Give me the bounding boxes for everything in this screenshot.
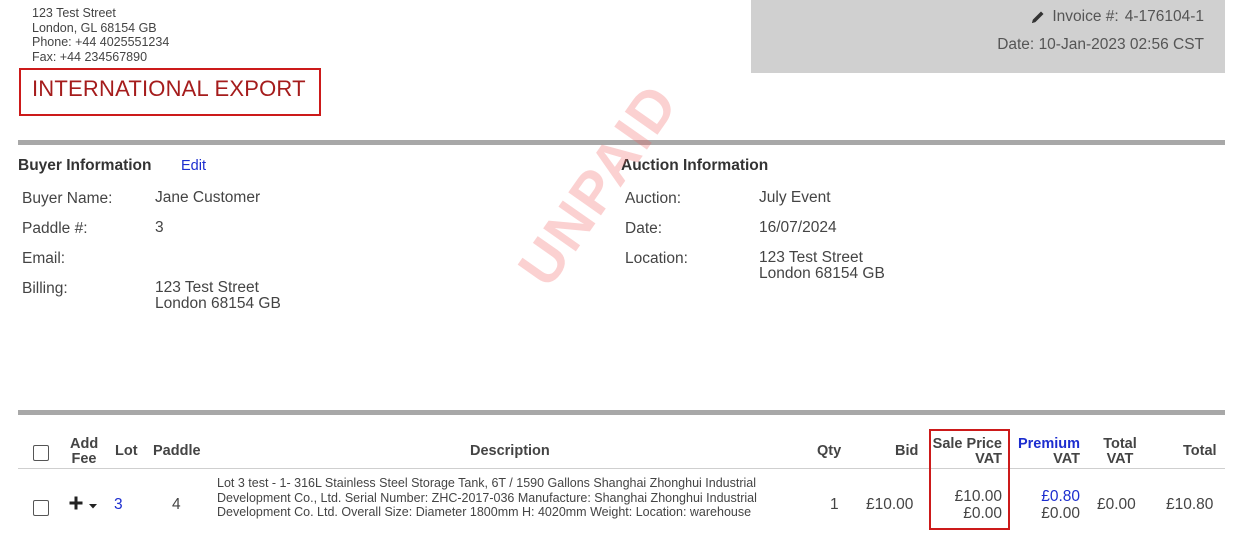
auction-info-title: Auction Information — [621, 157, 769, 174]
row-premium-vat-value: £0.00 — [1041, 505, 1080, 522]
invoice-date-label: Date: — [997, 36, 1035, 53]
table-header-rule — [18, 468, 1225, 469]
buyer-name-label: Buyer Name: — [22, 190, 113, 207]
row-description: Lot 3 test - 1- 316L Stainless Steel Sto… — [217, 476, 757, 519]
row-premium-link[interactable]: £0.80 — [1012, 488, 1080, 505]
row-select-checkbox[interactable] — [33, 500, 49, 516]
paddle-number: 3 — [155, 219, 164, 236]
table-row: 3 4 Lot 3 test - 1- 316L Stainless Steel… — [18, 470, 1225, 536]
header-total-vat: Total VAT — [1100, 437, 1140, 467]
row-total: £10.80 — [1166, 496, 1214, 513]
paddle-label: Paddle #: — [22, 220, 88, 237]
billing-address: 123 Test Street London 68154 GB — [155, 280, 281, 312]
buyer-name: Jane Customer — [155, 189, 261, 206]
auction-label: Auction: — [625, 190, 682, 207]
header-total-vat-line2: VAT — [1106, 451, 1134, 467]
header-premium[interactable]: Premium VAT — [1012, 437, 1080, 467]
company-address-line2: London, GL 68154 GB — [32, 20, 157, 35]
header-add-fee-line2: Fee — [71, 451, 97, 467]
international-export-label: INTERNATIONAL EXPORT — [32, 76, 306, 101]
billing-line2: London 68154 GB — [155, 295, 281, 312]
row-sale-price-value: £10.00 — [954, 488, 1002, 505]
header-description: Description — [470, 443, 550, 459]
auction-name: July Event — [759, 189, 831, 206]
invoice-number: 4-176104-1 — [1124, 8, 1204, 25]
row-sale-price: £10.00 £0.00 — [932, 488, 1002, 522]
section-divider-table — [18, 410, 1225, 415]
invoice-date: 10-Jan-2023 02:56 CST — [1038, 36, 1204, 53]
header-add-fee-line1: Add — [70, 436, 99, 452]
location-line1: 123 Test Street — [759, 249, 863, 266]
auction-date-label: Date: — [625, 220, 663, 237]
company-address-line1: 123 Test Street — [32, 6, 116, 20]
header-lot: Lot — [115, 443, 138, 459]
header-total: Total — [1183, 443, 1217, 459]
add-fee-button[interactable] — [68, 495, 98, 511]
plus-icon — [68, 495, 84, 511]
header-qty: Qty — [817, 443, 842, 459]
invoice-number-line: Invoice #: 4-176104-1 — [1030, 8, 1204, 26]
email-label: Email: — [22, 250, 66, 267]
location-label: Location: — [625, 250, 688, 267]
row-total-vat: £0.00 — [1097, 496, 1136, 513]
row-paddle: 4 — [172, 496, 181, 513]
company-phone: Phone: +44 4025551234 — [32, 35, 170, 49]
auction-location: 123 Test Street London 68154 GB — [759, 250, 885, 282]
row-qty: 1 — [830, 496, 839, 513]
header-paddle: Paddle — [153, 443, 201, 459]
header-add-fee: Add Fee — [70, 437, 98, 467]
company-fax: Fax: +44 234567890 — [32, 49, 148, 64]
location-line2: London 68154 GB — [759, 265, 885, 282]
row-lot-link[interactable]: 3 — [114, 496, 123, 514]
header-bid: Bid — [895, 443, 919, 459]
row-sale-vat-value: £0.00 — [963, 505, 1002, 522]
buyer-edit-link[interactable]: Edit — [181, 158, 206, 174]
header-total-vat-line1: Total — [1103, 436, 1137, 452]
buyer-info-title: Buyer Information — [18, 157, 152, 174]
row-bid: £10.00 — [866, 496, 914, 513]
auction-date: 16/07/2024 — [759, 219, 837, 236]
billing-line1: 123 Test Street — [155, 279, 259, 296]
invoice-number-label: Invoice #: — [1052, 8, 1119, 25]
caret-down-icon — [88, 498, 98, 509]
company-address: 123 Test Street London, GL 68154 GB Phon… — [32, 6, 169, 64]
invoice-date-line: Date: 10-Jan-2023 02:56 CST — [997, 36, 1204, 54]
header-premium-line2: VAT — [1053, 451, 1080, 467]
billing-label: Billing: — [22, 280, 68, 297]
row-premium: £0.80 £0.00 — [1012, 488, 1080, 522]
section-divider-top — [18, 140, 1225, 145]
pencil-icon[interactable] — [1030, 9, 1046, 25]
select-all-checkbox[interactable] — [33, 445, 49, 461]
header-premium-line1: Premium — [1017, 436, 1080, 452]
